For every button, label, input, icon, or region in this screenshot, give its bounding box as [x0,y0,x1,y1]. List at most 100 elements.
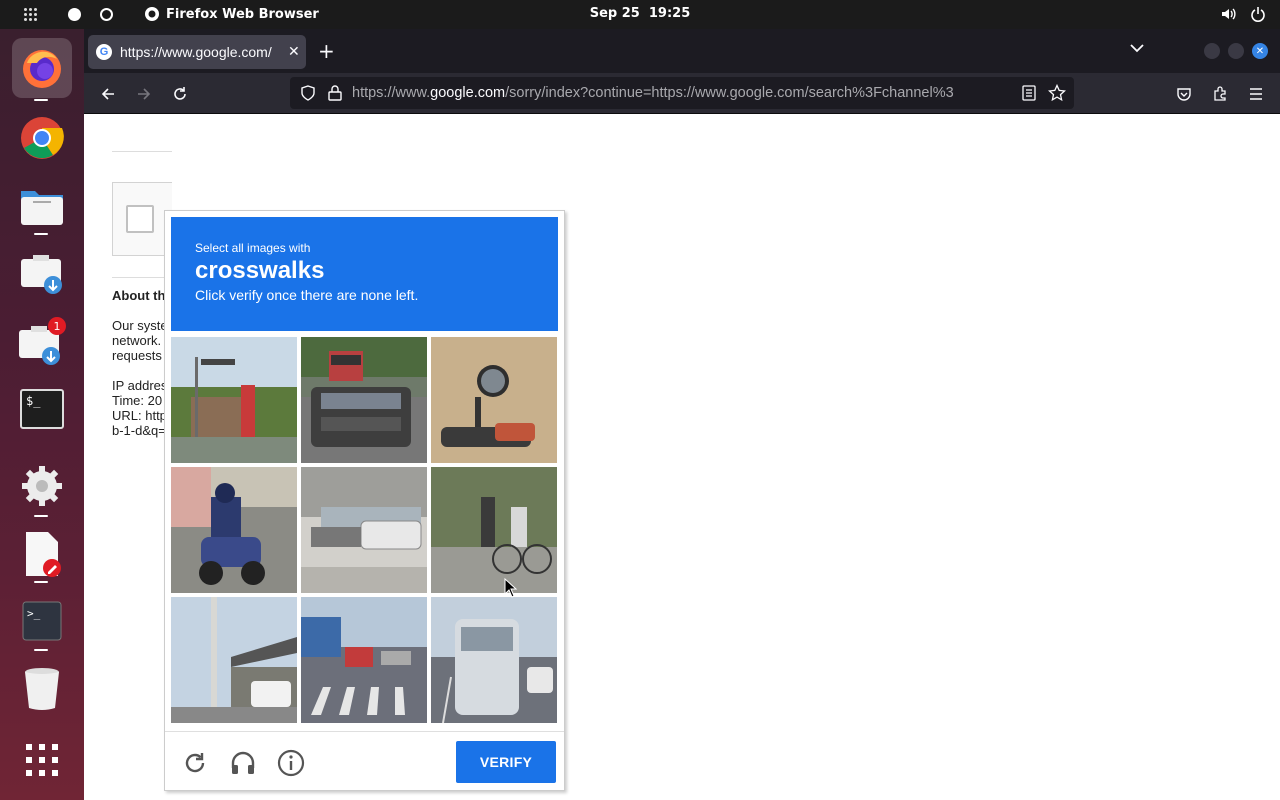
back-button[interactable] [96,82,120,106]
downloads-folder-icon: 1 [19,317,66,365]
motorcycle-rider-image [171,467,297,593]
divider [112,151,172,152]
dock-text-editor[interactable] [12,524,72,584]
lock-icon[interactable] [328,85,342,101]
forward-button[interactable] [132,82,156,106]
dock-files[interactable] [12,177,72,237]
divider [112,277,172,278]
info-icon [277,749,305,777]
dock-downloads[interactable] [12,243,72,303]
extensions-button[interactable] [1208,82,1232,106]
verify-button[interactable]: VERIFY [456,741,556,783]
instruction-text: Select all images with [195,241,311,255]
challenge-header: Select all images with crosswalks Click … [171,217,558,331]
folder-icon [21,191,63,225]
image-tile[interactable] [431,337,557,463]
image-tile[interactable] [301,467,427,593]
running-indicator [34,581,48,583]
crosswalk-street-image [301,597,427,723]
car-and-bus-image [301,337,427,463]
image-tile[interactable] [301,337,427,463]
close-window-button[interactable]: ✕ [1252,43,1268,59]
about-text: Our syste network. requests IP addres Ti… [112,318,164,438]
url-prefix: https://www. [352,85,431,101]
headphones-icon [231,751,255,774]
gear-icon [22,466,62,506]
system-tray[interactable] [1220,6,1266,22]
about-line: b-1-d&q= [112,423,164,438]
dock-terminal-2[interactable]: >_ [12,591,72,651]
image-tile[interactable] [431,467,557,593]
google-favicon-icon: G [96,44,112,60]
about-line: IP addres [112,378,164,393]
running-indicator [34,233,48,235]
chevron-down-icon [1130,44,1144,53]
image-tile[interactable] [171,467,297,593]
clock[interactable]: Sep 25 19:25 [0,6,1280,21]
tab-google[interactable]: G https://www.google.com/ ✕ [88,35,306,69]
minimize-button[interactable] [1204,43,1220,59]
about-heading: About th [112,288,164,303]
mouse-cursor-icon [504,578,518,598]
dock-chrome[interactable] [12,108,72,168]
trash-icon [25,668,59,710]
reload-challenge-button[interactable] [181,749,209,777]
about-line: URL: http [112,408,164,423]
back-arrow-icon [101,88,114,100]
console-icon: >_ [22,601,62,641]
browser-window: G https://www.google.com/ ✕ + ✕ https://… [84,29,1280,800]
reader-view-icon[interactable] [1022,85,1036,101]
maximize-button[interactable] [1228,43,1244,59]
svg-text:>_: >_ [27,607,41,620]
reload-button[interactable] [168,82,192,106]
new-tab-button[interactable]: + [318,39,335,63]
tab-strip: G https://www.google.com/ ✕ + ✕ [84,29,1280,73]
clock-date: Sep 25 [589,6,640,21]
reload-icon [185,753,205,773]
svg-text:$_: $_ [26,394,41,408]
traffic-light-image [171,337,297,463]
dock-terminal[interactable]: $_ [12,379,72,439]
downloads-folder-icon [21,255,62,294]
bookmark-star-icon[interactable] [1048,84,1066,102]
motorcycle-mirror-image [431,337,557,463]
audio-challenge-button[interactable] [229,749,257,777]
app-menu-button[interactable] [1244,82,1268,106]
challenge-target: crosswalks [195,257,325,284]
dock-trash[interactable] [12,659,72,719]
tab-title: https://www.google.com/ [120,44,272,60]
top-bar: Firefox Web Browser Sep 25 19:25 [0,0,1280,29]
pocket-button[interactable] [1172,82,1196,106]
firefox-icon [23,50,61,88]
url-text[interactable]: https://www.google.com/sorry/index?conti… [352,85,1016,101]
dock-settings[interactable] [12,456,72,516]
image-tile[interactable] [171,337,297,463]
divider [165,731,564,732]
dock-downloads-2[interactable]: 1 [12,311,72,371]
power-icon [1251,7,1265,22]
running-indicator [34,515,48,517]
page-content: About th Our syste network. requests IP … [84,114,1280,800]
running-indicator [34,99,48,101]
url-domain: google.com [430,85,506,101]
image-tile[interactable] [431,597,557,723]
instruction-subtext: Click verify once there are none left. [195,287,419,303]
list-all-tabs-button[interactable] [1130,41,1144,57]
help-button[interactable] [277,749,305,777]
shield-icon[interactable] [300,85,316,101]
url-bar[interactable]: https://www.google.com/sorry/index?conti… [290,77,1074,109]
show-apps-button[interactable] [12,730,72,790]
svg-text:1: 1 [54,320,61,333]
recaptcha-checkbox[interactable] [126,205,154,233]
tab-close-icon[interactable]: ✕ [288,44,300,60]
image-tile[interactable] [171,597,297,723]
running-indicator [34,649,48,651]
terminal-icon: $_ [20,389,64,429]
image-tile[interactable] [301,597,427,723]
dock-firefox[interactable] [12,38,72,98]
pocket-icon [1177,88,1191,101]
recaptcha-widget [112,182,172,256]
dock: 1 $_ >_ [0,29,84,800]
app-grid-icon [26,744,58,776]
